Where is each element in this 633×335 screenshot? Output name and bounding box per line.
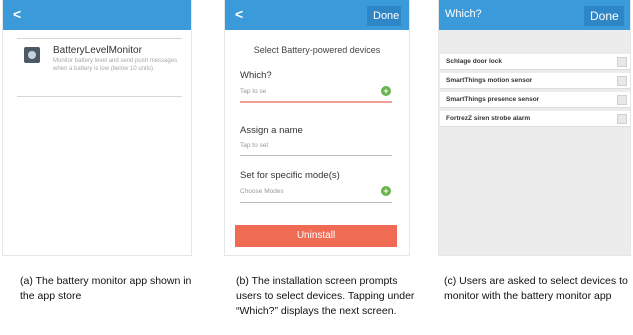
add-icon[interactable]: + <box>381 86 391 96</box>
installation-screen: < Done Select Battery-powered devices Wh… <box>224 0 410 256</box>
top-bar: < <box>3 0 191 30</box>
device-checkbox[interactable] <box>617 114 627 124</box>
done-button[interactable]: Done <box>367 6 401 26</box>
device-row[interactable]: SmartThings presence sensor <box>440 92 630 108</box>
which-label: Which? <box>240 70 272 81</box>
back-icon[interactable]: < <box>235 6 243 22</box>
name-input[interactable]: Tap to set <box>240 142 268 149</box>
battery-app-icon <box>24 47 40 63</box>
device-checkbox[interactable] <box>617 57 627 67</box>
input-underline <box>240 155 392 156</box>
top-bar: Which? Done <box>439 0 630 30</box>
top-bar: < Done <box>225 0 409 30</box>
caption-a: (a) The battery monitor app shown in the… <box>20 275 192 302</box>
add-icon[interactable]: + <box>381 186 391 196</box>
app-store-screen: < BatteryLevelMonitor Monitor battery le… <box>2 0 192 256</box>
screen-title: Which? <box>445 8 482 20</box>
caption-c: (c) Users are asked to select devices to… <box>444 275 628 302</box>
name-label: Assign a name <box>240 125 303 136</box>
back-icon[interactable]: < <box>13 6 21 22</box>
caption-b: (b) The installation screen prompts user… <box>236 275 415 317</box>
device-checkbox[interactable] <box>617 76 627 86</box>
modes-label: Set for specific mode(s) <box>240 170 340 181</box>
input-underline <box>240 101 392 103</box>
device-name: Schlage door lock <box>446 58 502 65</box>
app-name: BatteryLevelMonitor <box>53 45 142 56</box>
divider <box>17 38 182 39</box>
divider <box>17 96 182 97</box>
device-name: SmartThings motion sensor <box>446 77 533 84</box>
device-row[interactable]: SmartThings motion sensor <box>440 73 630 89</box>
app-description: Monitor battery level and send push mess… <box>53 58 178 72</box>
section-heading: Select Battery-powered devices <box>253 45 381 55</box>
uninstall-button[interactable]: Uninstall <box>235 225 397 247</box>
modes-input[interactable]: Choose Modes <box>240 188 284 195</box>
input-underline <box>240 202 392 203</box>
which-input[interactable]: Tap to se <box>240 88 266 95</box>
device-row[interactable]: Schlage door lock <box>440 54 630 70</box>
device-row[interactable]: FortrezZ siren strobe alarm <box>440 111 630 127</box>
device-name: FortrezZ siren strobe alarm <box>446 115 531 122</box>
done-button[interactable]: Done <box>584 6 624 26</box>
device-name: SmartThings presence sensor <box>446 96 540 103</box>
device-checkbox[interactable] <box>617 95 627 105</box>
device-select-screen: Which? Done Schlage door lock SmartThing… <box>438 0 631 256</box>
